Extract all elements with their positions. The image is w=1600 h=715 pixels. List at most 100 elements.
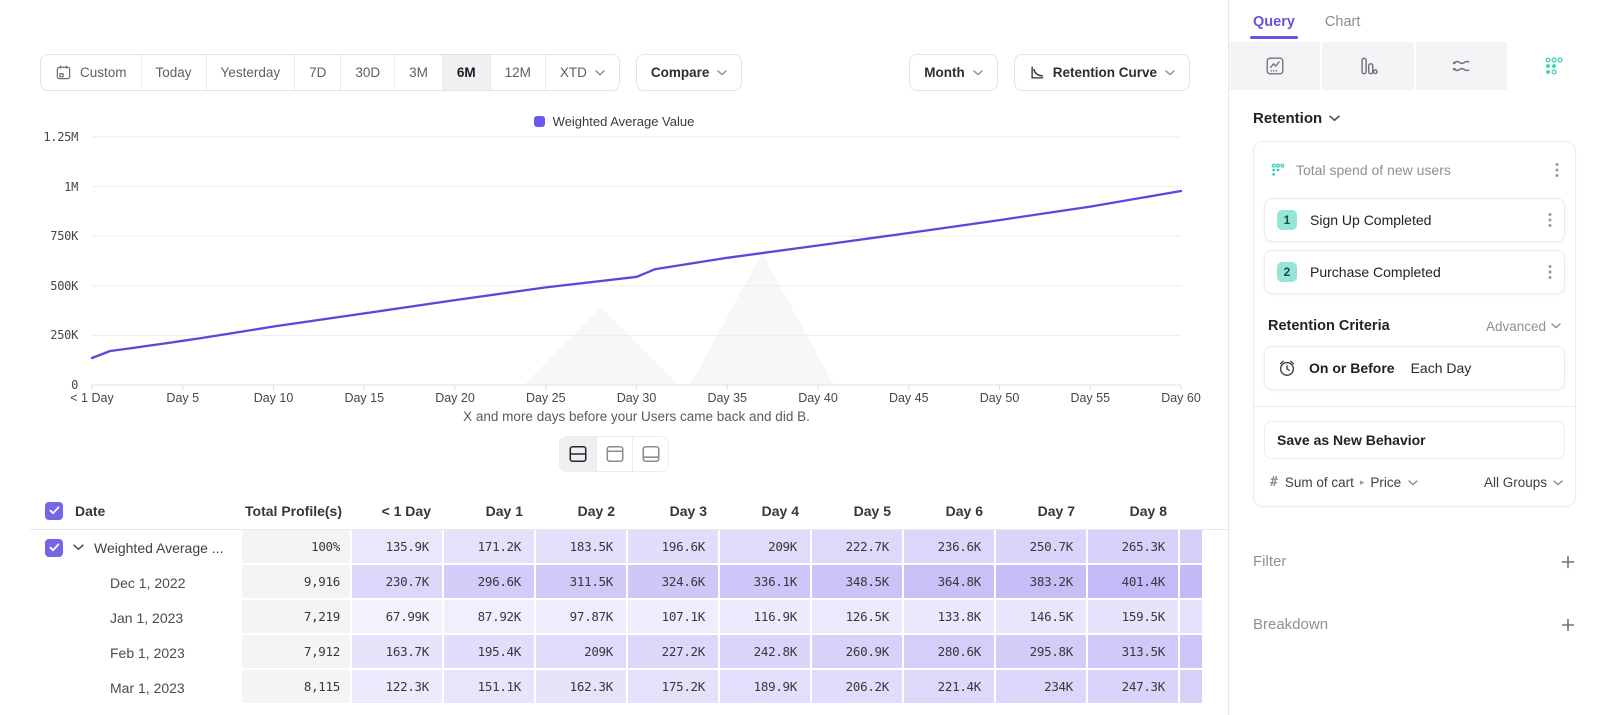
select-all-checkbox[interactable] <box>45 502 63 520</box>
retention-value-cell[interactable]: 122.3K <box>352 670 444 705</box>
retention-value-cell[interactable]: 230.7K <box>352 565 444 600</box>
measure-field-dropdown[interactable]: Sum of cart ▸ Price <box>1285 475 1418 490</box>
retention-value-cell[interactable]: 242.8K <box>720 635 812 670</box>
layout-table-button[interactable] <box>632 437 668 471</box>
retention-value-cell[interactable]: 196.6K <box>628 530 720 565</box>
retention-value-cell[interactable]: 87.92K <box>444 600 536 635</box>
tab-flows[interactable] <box>1416 42 1509 90</box>
kebab-menu-icon[interactable] <box>1551 160 1563 180</box>
range-custom[interactable]: Custom <box>41 55 141 90</box>
retention-value-cell[interactable]: 324.6K <box>628 565 720 600</box>
retention-value-cell[interactable]: 133.8K <box>904 600 996 635</box>
day-column-header[interactable]: Day 6 <box>904 503 996 519</box>
retention-value-cell[interactable]: 171.2K <box>444 530 536 565</box>
row-checkbox[interactable] <box>45 539 63 557</box>
retention-value-cell[interactable]: 280.6K <box>904 635 996 670</box>
retention-value-cell[interactable]: 175.2K <box>628 670 720 705</box>
retention-value-cell[interactable]: 162.3K <box>536 670 628 705</box>
retention-value-cell[interactable]: 163.7K <box>352 635 444 670</box>
retention-value-cell[interactable]: 206.2K <box>812 670 904 705</box>
retention-value-cell[interactable]: 209K <box>536 635 628 670</box>
day-column-header[interactable]: Day 7 <box>996 503 1088 519</box>
tab-chart[interactable]: Chart <box>1325 14 1360 39</box>
retention-value-cell[interactable]: 383.2K <box>996 565 1088 600</box>
expand-row-button[interactable] <box>73 544 84 551</box>
report-section-dropdown[interactable]: Retention <box>1253 110 1576 127</box>
x-axis-tick: Day 20 <box>435 391 475 405</box>
total-profiles-cell[interactable]: 100% <box>242 530 352 565</box>
retention-value-cell[interactable]: 313.5K <box>1088 635 1180 670</box>
range-today[interactable]: Today <box>141 55 206 90</box>
retention-value-cell[interactable]: 222.7K <box>812 530 904 565</box>
retention-value-cell[interactable]: 265.3K <box>1088 530 1180 565</box>
retention-value-cell[interactable]: 348.5K <box>812 565 904 600</box>
day-column-header[interactable]: < 1 Day <box>352 503 444 519</box>
range-xtd[interactable]: XTD <box>545 55 619 90</box>
retention-value-cell[interactable]: 295.8K <box>996 635 1088 670</box>
add-filter-button[interactable] <box>1560 554 1576 570</box>
add-breakdown-button[interactable] <box>1560 617 1576 633</box>
retention-value-cell[interactable]: 311.5K <box>536 565 628 600</box>
tab-funnels[interactable] <box>1322 42 1415 90</box>
retention-value-cell[interactable]: 151.1K <box>444 670 536 705</box>
layout-split-button[interactable] <box>560 437 596 471</box>
kebab-menu-icon[interactable] <box>1544 262 1556 282</box>
day-column-header[interactable]: Day 3 <box>628 503 720 519</box>
day-column-header[interactable]: Day 5 <box>812 503 904 519</box>
retention-value-cell[interactable]: 183.5K <box>536 530 628 565</box>
retention-value-cell[interactable]: 221.4K <box>904 670 996 705</box>
groups-dropdown[interactable]: All Groups <box>1484 475 1563 490</box>
retention-value-cell[interactable]: 260.9K <box>812 635 904 670</box>
behavior-step-card[interactable]: 1Sign Up Completed <box>1264 198 1565 242</box>
total-profiles-cell[interactable]: 7,219 <box>242 600 352 635</box>
retention-value-cell[interactable]: 67.99K <box>352 600 444 635</box>
save-as-new-behavior-button[interactable]: Save as New Behavior <box>1264 421 1565 459</box>
chevron-down-icon <box>1551 323 1561 329</box>
day-column-header[interactable]: Day 1 <box>444 503 536 519</box>
retention-value-cell[interactable]: 250.7K <box>996 530 1088 565</box>
retention-value-cell[interactable]: 195.4K <box>444 635 536 670</box>
retention-value-cell[interactable]: 296.6K <box>444 565 536 600</box>
retention-value-cell[interactable]: 236.6K <box>904 530 996 565</box>
criteria-mode-dropdown[interactable]: Advanced <box>1486 319 1561 334</box>
tab-query[interactable]: Query <box>1253 14 1295 39</box>
chart-type-button[interactable]: Retention Curve <box>1014 54 1190 91</box>
weighted-average-line[interactable] <box>92 191 1181 358</box>
range-30d[interactable]: 30D <box>340 55 394 90</box>
criteria-condition-card[interactable]: On or Before Each Day <box>1264 346 1565 390</box>
retention-value-cell[interactable]: 234K <box>996 670 1088 705</box>
total-profiles-cell[interactable]: 9,916 <box>242 565 352 600</box>
total-profiles-cell[interactable]: 7,912 <box>242 635 352 670</box>
retention-value-cell[interactable]: 97.87K <box>536 600 628 635</box>
day-column-header[interactable]: Day 8 <box>1088 503 1180 519</box>
range-6m[interactable]: 6M <box>442 55 490 90</box>
compare-button[interactable]: Compare <box>636 54 743 91</box>
retention-value-cell[interactable]: 364.8K <box>904 565 996 600</box>
range-3m[interactable]: 3M <box>394 55 442 90</box>
range-yesterday[interactable]: Yesterday <box>206 55 295 90</box>
retention-value-cell[interactable]: 227.2K <box>628 635 720 670</box>
total-profiles-header[interactable]: Total Profile(s) <box>242 503 352 519</box>
tab-insights[interactable] <box>1229 42 1322 90</box>
retention-value-cell[interactable]: 209K <box>720 530 812 565</box>
layout-chart-button[interactable] <box>596 437 632 471</box>
retention-value-cell[interactable]: 126.5K <box>812 600 904 635</box>
kebab-menu-icon[interactable] <box>1544 210 1556 230</box>
range-12m[interactable]: 12M <box>490 55 545 90</box>
retention-value-cell[interactable]: 401.4K <box>1088 565 1180 600</box>
day-column-header[interactable]: Day 4 <box>720 503 812 519</box>
retention-value-cell[interactable]: 159.5K <box>1088 600 1180 635</box>
granularity-button[interactable]: Month <box>909 54 997 91</box>
range-7d[interactable]: 7D <box>294 55 340 90</box>
total-profiles-cell[interactable]: 8,115 <box>242 670 352 705</box>
day-column-header[interactable]: Day 2 <box>536 503 628 519</box>
retention-value-cell[interactable]: 247.3K <box>1088 670 1180 705</box>
behavior-step-card[interactable]: 2Purchase Completed <box>1264 250 1565 294</box>
retention-value-cell[interactable]: 135.9K <box>352 530 444 565</box>
retention-value-cell[interactable]: 116.9K <box>720 600 812 635</box>
tab-retention[interactable] <box>1509 42 1600 90</box>
retention-value-cell[interactable]: 146.5K <box>996 600 1088 635</box>
retention-value-cell[interactable]: 107.1K <box>628 600 720 635</box>
retention-value-cell[interactable]: 189.9K <box>720 670 812 705</box>
retention-value-cell[interactable]: 336.1K <box>720 565 812 600</box>
